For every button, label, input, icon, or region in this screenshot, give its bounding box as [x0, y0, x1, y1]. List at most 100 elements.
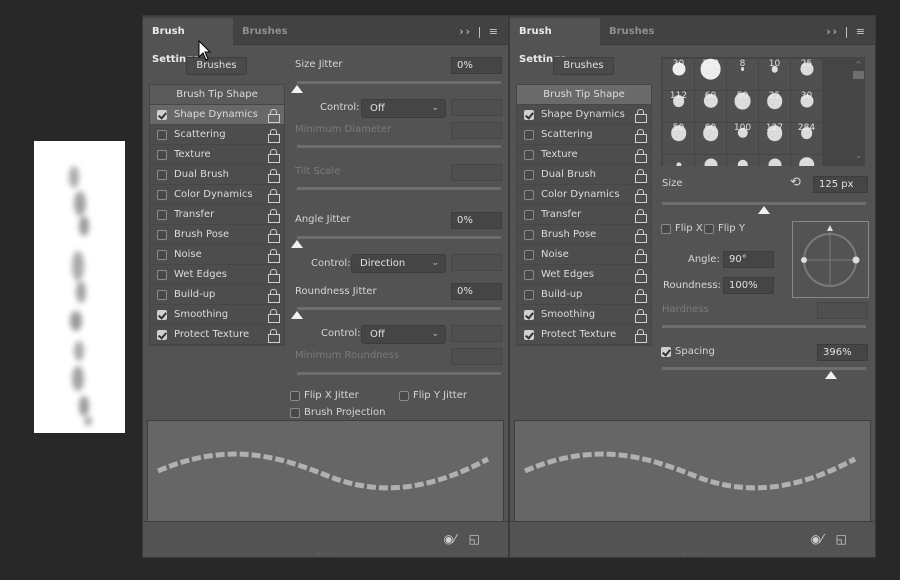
list-item-checkbox[interactable]	[524, 330, 534, 340]
brush-preset[interactable]: 127	[759, 123, 790, 154]
lock-icon[interactable]	[635, 309, 647, 323]
list-item-checkbox[interactable]	[524, 190, 534, 200]
visibility-toggle-icon[interactable]: ◉⁄	[811, 532, 823, 546]
angle-jitter-slider-track[interactable]	[297, 236, 501, 239]
list-item-scattering[interactable]: Scattering	[517, 125, 651, 145]
list-item-checkbox[interactable]	[157, 150, 167, 160]
brush-preset[interactable]: 60	[695, 91, 726, 122]
list-item-build-up[interactable]: Build-up	[517, 285, 651, 305]
list-item-checkbox[interactable]	[157, 190, 167, 200]
spacing-input[interactable]: 396%	[817, 344, 868, 361]
lock-icon[interactable]	[635, 249, 647, 263]
brushes-button[interactable]: Brushes	[186, 57, 247, 75]
minimum-diameter-slider-track[interactable]	[297, 145, 501, 148]
lock-icon[interactable]	[635, 289, 647, 303]
lock-icon[interactable]	[635, 169, 647, 183]
tab-brushes[interactable]: Brushes	[600, 18, 654, 46]
lock-icon[interactable]	[635, 129, 647, 143]
angle-jitter-input[interactable]: 0%	[451, 212, 502, 229]
list-item-transfer[interactable]: Transfer	[517, 205, 651, 225]
list-item-color-dynamics[interactable]: Color Dynamics	[517, 185, 651, 205]
list-item-checkbox[interactable]	[157, 310, 167, 320]
tab-brush-settings[interactable]: Brush Settings	[143, 18, 233, 65]
list-item-brush-tip-shape[interactable]: Brush Tip Shape	[517, 85, 651, 105]
list-item-texture[interactable]: Texture	[517, 145, 651, 165]
list-item-dual-brush[interactable]: Dual Brush	[150, 165, 284, 185]
list-item-noise[interactable]: Noise	[150, 245, 284, 265]
resize-grip[interactable]	[683, 553, 703, 556]
list-item-brush-pose[interactable]: Brush Pose	[517, 225, 651, 245]
lock-icon[interactable]	[268, 249, 280, 263]
tilt-scale-slider-track[interactable]	[297, 187, 501, 190]
lock-icon[interactable]	[268, 309, 280, 323]
brush-preset[interactable]	[727, 155, 758, 166]
list-item-dual-brush[interactable]: Dual Brush	[517, 165, 651, 185]
list-item-checkbox[interactable]	[524, 110, 534, 120]
lock-icon[interactable]	[268, 109, 280, 123]
lock-icon[interactable]	[268, 289, 280, 303]
lock-icon[interactable]	[268, 209, 280, 223]
list-item-checkbox[interactable]	[524, 250, 534, 260]
brush-preset[interactable]	[759, 155, 790, 166]
brush-preset[interactable]	[663, 155, 694, 166]
list-item-texture[interactable]: Texture	[150, 145, 284, 165]
list-item-checkbox[interactable]	[157, 170, 167, 180]
roundness-jitter-slider-thumb[interactable]	[291, 311, 303, 319]
list-item-checkbox[interactable]	[157, 230, 167, 240]
list-item-checkbox[interactable]	[524, 270, 534, 280]
lock-icon[interactable]	[268, 129, 280, 143]
new-preset-icon[interactable]: ◱	[469, 532, 480, 546]
brush-preset[interactable]: 25	[759, 91, 790, 122]
flip-x-jitter-checkbox[interactable]	[290, 391, 300, 401]
roundness-input[interactable]: 100%	[723, 277, 774, 294]
list-item-brush-tip-shape[interactable]: Brush Tip Shape	[150, 85, 284, 105]
list-item-smoothing[interactable]: Smoothing	[517, 305, 651, 325]
spacing-slider-track[interactable]	[662, 367, 866, 370]
flip-x-checkbox[interactable]	[661, 224, 671, 234]
brush-preset[interactable]: 100	[727, 123, 758, 154]
list-item-checkbox[interactable]	[524, 310, 534, 320]
brush-preset[interactable]: 60	[695, 123, 726, 154]
hardness-slider-track[interactable]	[662, 325, 866, 328]
brush-preset[interactable]: 284	[791, 123, 822, 154]
lock-icon[interactable]	[635, 209, 647, 223]
spacing-slider-thumb[interactable]	[825, 371, 838, 379]
flip-y-checkbox[interactable]	[704, 224, 714, 234]
size-input[interactable]: 125 px	[813, 176, 868, 193]
size-slider-thumb[interactable]	[758, 206, 770, 214]
brushes-button[interactable]: Brushes	[553, 57, 614, 75]
brush-preset[interactable]: 50	[727, 91, 758, 122]
lock-icon[interactable]	[635, 269, 647, 283]
list-item-checkbox[interactable]	[524, 170, 534, 180]
size-jitter-input[interactable]: 0%	[451, 57, 502, 74]
list-item-smoothing[interactable]: Smoothing	[150, 305, 284, 325]
list-item-shape-dynamics[interactable]: Shape Dynamics	[150, 105, 284, 125]
brush-preset[interactable]: 30	[791, 91, 822, 122]
list-item-checkbox[interactable]	[157, 330, 167, 340]
tab-brushes[interactable]: Brushes	[233, 18, 287, 46]
brush-preset[interactable]: 123	[695, 58, 726, 90]
brush-angle-widget[interactable]	[792, 221, 869, 298]
list-item-noise[interactable]: Noise	[517, 245, 651, 265]
lock-icon[interactable]	[635, 189, 647, 203]
lock-icon[interactable]	[268, 149, 280, 163]
size-jitter-slider-track[interactable]	[297, 81, 501, 84]
size-slider-track[interactable]	[662, 202, 866, 205]
brush-preset[interactable]	[695, 155, 726, 166]
list-item-checkbox[interactable]	[157, 130, 167, 140]
panel-menu[interactable]: ›› | ≡	[826, 25, 867, 38]
roundness-jitter-slider-track[interactable]	[297, 307, 501, 310]
visibility-toggle-icon[interactable]: ◉⁄	[444, 532, 456, 546]
tab-brush-settings[interactable]: Brush Settings	[510, 18, 600, 65]
reset-size-icon[interactable]: ⟲	[790, 175, 801, 190]
list-item-transfer[interactable]: Transfer	[150, 205, 284, 225]
lock-icon[interactable]	[268, 229, 280, 243]
lock-icon[interactable]	[635, 229, 647, 243]
lock-icon[interactable]	[268, 169, 280, 183]
lock-icon[interactable]	[268, 269, 280, 283]
list-item-checkbox[interactable]	[524, 210, 534, 220]
list-item-shape-dynamics[interactable]: Shape Dynamics	[517, 105, 651, 125]
list-item-brush-pose[interactable]: Brush Pose	[150, 225, 284, 245]
list-item-protect-texture[interactable]: Protect Texture	[150, 325, 284, 345]
list-item-checkbox[interactable]	[157, 250, 167, 260]
